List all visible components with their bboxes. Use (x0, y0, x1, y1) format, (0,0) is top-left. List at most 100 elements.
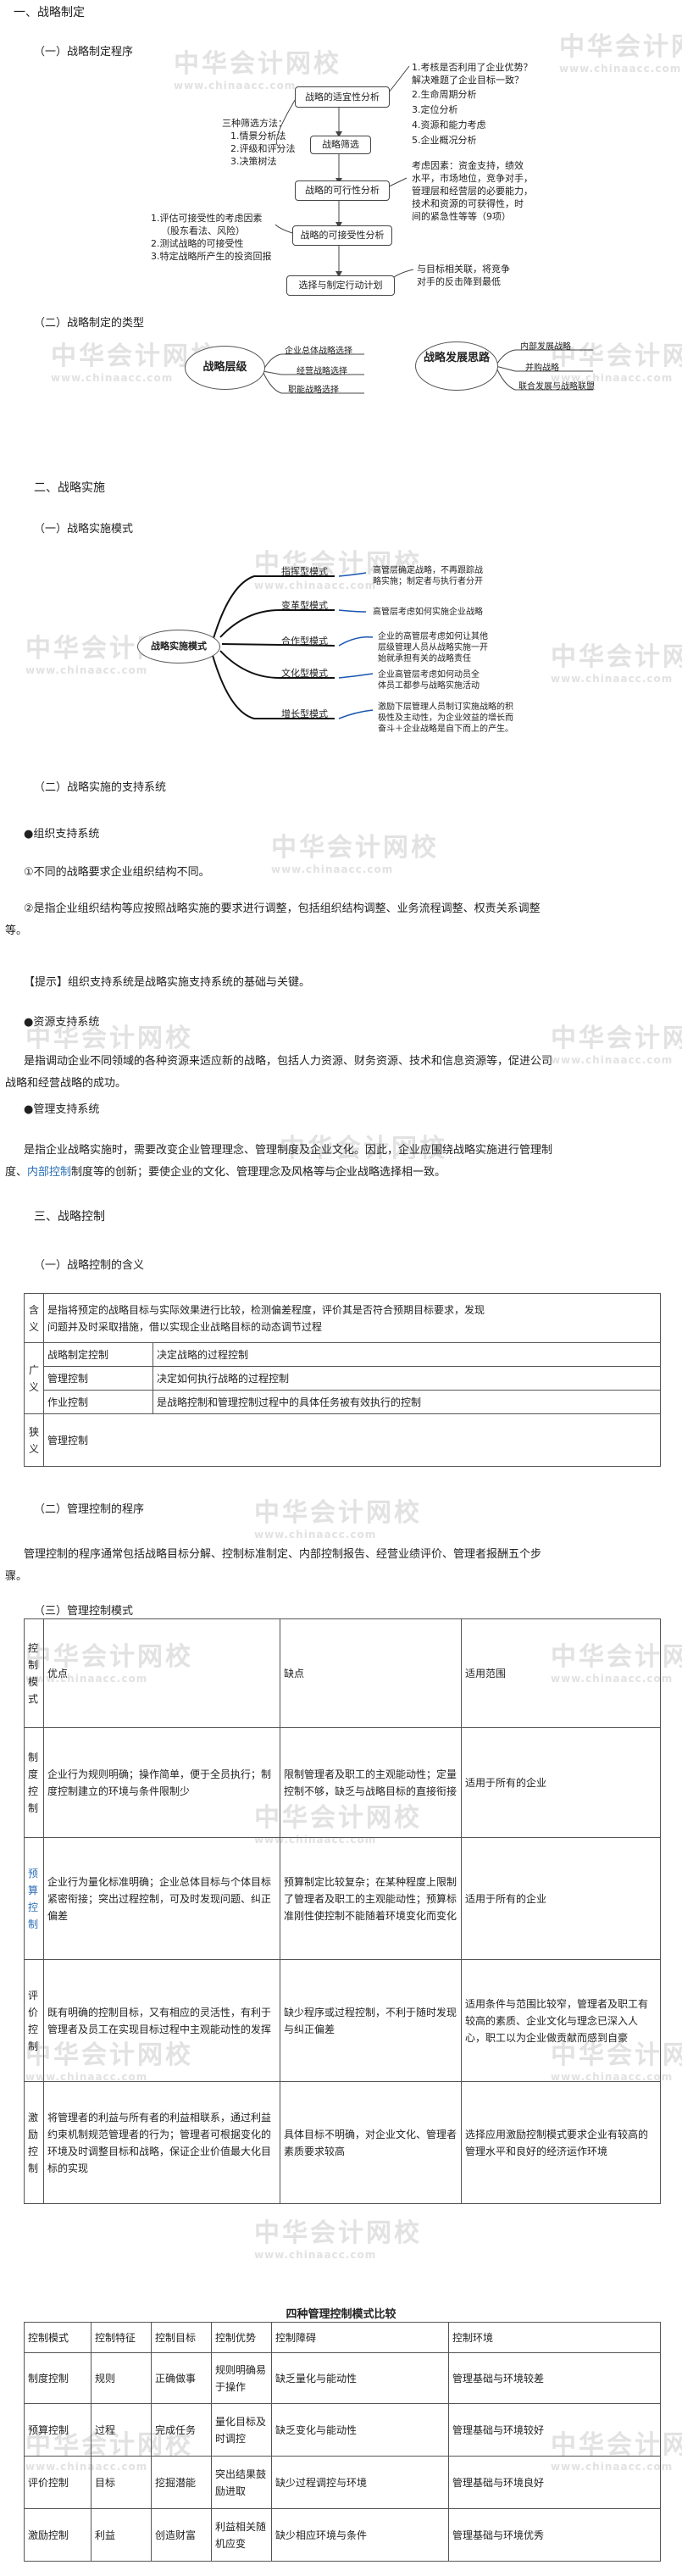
level-item: 经营战略选择 (297, 367, 347, 376)
cell: 利益 (91, 2508, 152, 2562)
pros-cell: 企业行为规则明确；操作简单，便于全员执行；制度控制建立的环境与条件限制少 (43, 1727, 280, 1838)
scope-cell: 适用于所有的企业 (461, 1727, 661, 1838)
header-cell: 缺点 (280, 1618, 462, 1728)
section-title: 三、战略控制 (34, 1210, 105, 1224)
cons-cell: 预算制定比较复杂；在某种程度上限制了管理者及职工的主观能动性；预算标准刚性使控制… (280, 1837, 462, 1960)
bullet-heading: ●资源支持系统 (24, 1016, 100, 1029)
header-cell: 控制优势 (211, 2322, 272, 2353)
comparison-table: 控制模式 控制特征 控制目标 控制优势 控制障碍 控制环境 制度控制 规则 正确… (24, 2322, 661, 2562)
flow-step: 战略的可接受性分析 (292, 225, 392, 246)
cell: 突出结果鼓励进取 (211, 2456, 272, 2509)
subsection-title: （一）战略控制的含义 (34, 1259, 145, 1272)
cell: 规则明确易于操作 (211, 2352, 272, 2404)
cell: 量化目标及时调控 (211, 2403, 272, 2457)
cell: 缺乏量化与能动性 (271, 2352, 449, 2404)
cons-cell: 限制管理者及职工的主观能动性；定量控制不够，缺乏与战略目标的直接衔接 (280, 1727, 462, 1838)
mode-cell[interactable]: 预算控制 (24, 1837, 44, 1960)
feasibility-note: 水平，市场地位，竞争对手， (412, 173, 533, 184)
acceptability-note: 2.测试战略的可接受性 (151, 238, 244, 249)
path-item: 内部发展战略 (520, 342, 571, 352)
scope-cell: 适用条件与范围比较窄，管理者及职工有较高的素质、企业文化与理念已深入人心，职工以… (461, 1959, 661, 2082)
paragraph: ②是指企业组织结构等应按照战略实施的要求进行调整，包括组织结构调整、业务流程调整… (5, 902, 541, 937)
flow-step: 选择与制定行动计划 (286, 275, 395, 296)
cell: 正确做事 (151, 2352, 212, 2404)
suitability-note: 5.企业概况分析 (412, 135, 477, 146)
header-cell: 控制特征 (91, 2322, 152, 2353)
watermark: 中华会计网校www.chinaacc.com (271, 833, 439, 875)
method-item: 1.情景分析法 (230, 130, 286, 142)
header-cell: 控制环境 (448, 2322, 661, 2353)
path-item: 联合发展与战略联盟 (518, 382, 595, 391)
suitability-note: 2.生命周期分析 (412, 89, 477, 100)
paragraph: 是指企业战略实施时，需要改变企业管理理念、管理制度及企业文化。因此，企业应围绕战… (5, 1144, 553, 1179)
cell: 缺乏变化与能动性 (271, 2403, 449, 2457)
cell: 管理基础与环境较好 (448, 2403, 661, 2457)
acceptability-note: 1.评估可接受性的考虑因素 (151, 213, 263, 224)
method-item: 3.决策树法 (230, 156, 277, 167)
strategy-level-oval: 战略层级 (185, 346, 265, 390)
control-mode-table: 控制模式 优点 缺点 适用范围 制度控制 企业行为规则明确；操作简单，便于全员执… (24, 1618, 661, 2204)
feasibility-note: 管理层和经营层的必要能力， (412, 186, 533, 197)
definition-table: 含义 是指将预定的战略目标与实际效果进行比较，检测偏差程度，评价其是否符合预期目… (24, 1293, 661, 1467)
scope-cell: 选择应用激励控制模式要求企业有较高的管理水平和良好的经济运作环境 (461, 2081, 661, 2204)
cell: 创造财富 (151, 2508, 212, 2562)
cell: 缺少过程调控与环境 (271, 2456, 449, 2509)
cell: 管理基础与环境良好 (448, 2456, 661, 2509)
mode-label: 文化型模式 (281, 668, 328, 679)
header-cell: 控制目标 (151, 2322, 212, 2353)
paragraph: 是指调动企业不同领域的各种资源来适应新的战略，包括人力资源、财务资源、技术和信息… (5, 1055, 553, 1090)
mode-desc: 企业的高管层考虑如何让其他 层级管理人员从战略实施一开 始就承担有关的战略责任 (378, 632, 488, 663)
acceptability-note: 3.特定战略所产生的投资回报 (151, 251, 272, 262)
mode-cell: 激励控制 (24, 2081, 44, 2204)
cell: 利益相关随机应变 (211, 2508, 272, 2562)
pros-cell: 既有明确的控制目标，又有相应的灵活性，有利于管理者及员工在实现目标过程中主观能动… (43, 1959, 280, 2082)
cell: 制度控制 (24, 2352, 91, 2404)
suitability-note: 4.资源和能力考虑 (412, 119, 486, 130)
watermark: 中华会计网校www.chinaacc.com (254, 2218, 422, 2261)
internal-control-link[interactable]: 内部控制 (27, 1166, 71, 1179)
flow-step: 战略的可行性分析 (295, 180, 390, 201)
mode-label: 合作型模式 (281, 636, 328, 647)
cell: 决定战略的过程控制 (152, 1342, 661, 1367)
bullet-heading: ●管理支持系统 (24, 1103, 100, 1116)
feasibility-note: 技术和资源的可获得性，时 (412, 198, 524, 209)
flow-step: 战略筛选 (310, 136, 371, 154)
cons-cell: 缺少程序或过程控制，不利于随时发现与纠正偏差 (280, 1959, 462, 2082)
tip: 【提示】组织支持系统是战略实施支持系统的基础与关键。 (24, 976, 311, 989)
cell: 目标 (91, 2456, 152, 2509)
section-title: 二、战略实施 (34, 481, 105, 495)
scope-cell: 适用于所有的企业 (461, 1837, 661, 1960)
cell: 过程 (91, 2403, 152, 2457)
cell: 预算控制 (24, 2403, 91, 2457)
mode-desc: 高管层考虑如何实施企业战略 (373, 608, 483, 617)
subsection-title: （二）战略实施的支持系统 (34, 781, 167, 794)
row-label: 广义 (24, 1342, 44, 1414)
mode-desc: 激励下层管理人员制订实施战略的积 极性及主动性，为企业效益的增长而 奋斗＋企业战略是… (378, 702, 513, 734)
paragraph: ①不同的战略要求企业组织结构不同。 (24, 866, 210, 879)
method-item: 2.评级和评分法 (230, 143, 296, 154)
cell: 完成任务 (151, 2403, 212, 2457)
header-cell: 控制障碍 (271, 2322, 449, 2353)
definition-text: 是指将预定的战略目标与实际效果进行比较，检测偏差程度，评价其是否符合预期目标要求… (43, 1293, 661, 1343)
cell: 决定如何执行战略的过程控制 (152, 1366, 661, 1391)
row-label: 狭义 (24, 1413, 44, 1467)
suitability-note: 解决难题了企业目标一致？ (412, 75, 524, 86)
pros-cell: 企业行为量化标准明确；企业总体目标与个体目标紧密衔接；突出过程控制，可及时发现问… (43, 1837, 280, 1960)
cell: 规则 (91, 2352, 152, 2404)
header-cell: 控制模式 (24, 1618, 44, 1728)
cell: 管理基础与环境优秀 (448, 2508, 661, 2562)
acceptability-note: （股东看法、风险） (161, 225, 245, 236)
level-item: 企业总体战略选择 (285, 347, 352, 356)
comparison-title: 四种管理控制模式比较 (286, 2308, 396, 2321)
mode-desc: 企业高管层考虑如何动员全 体员工都参与战略实施活动 (378, 670, 480, 691)
cell: 战略制定控制 (43, 1342, 153, 1367)
subsection-title: （二）管理控制的程序 (34, 1503, 145, 1516)
header-cell: 优点 (43, 1618, 280, 1728)
methods-title: 三种筛选方法： (222, 118, 287, 129)
cell: 激励控制 (24, 2508, 91, 2562)
mode-label: 增长型模式 (281, 708, 328, 719)
action-note: 对手的反击降到最低 (417, 276, 501, 287)
mode-label: 变革型模式 (281, 600, 328, 611)
level-item: 职能战略选择 (288, 386, 339, 395)
pros-cell: 将管理者的利益与所有者的利益相联系，通过利益约束机制规范管理者的行为；管理者可根… (43, 2081, 280, 2204)
